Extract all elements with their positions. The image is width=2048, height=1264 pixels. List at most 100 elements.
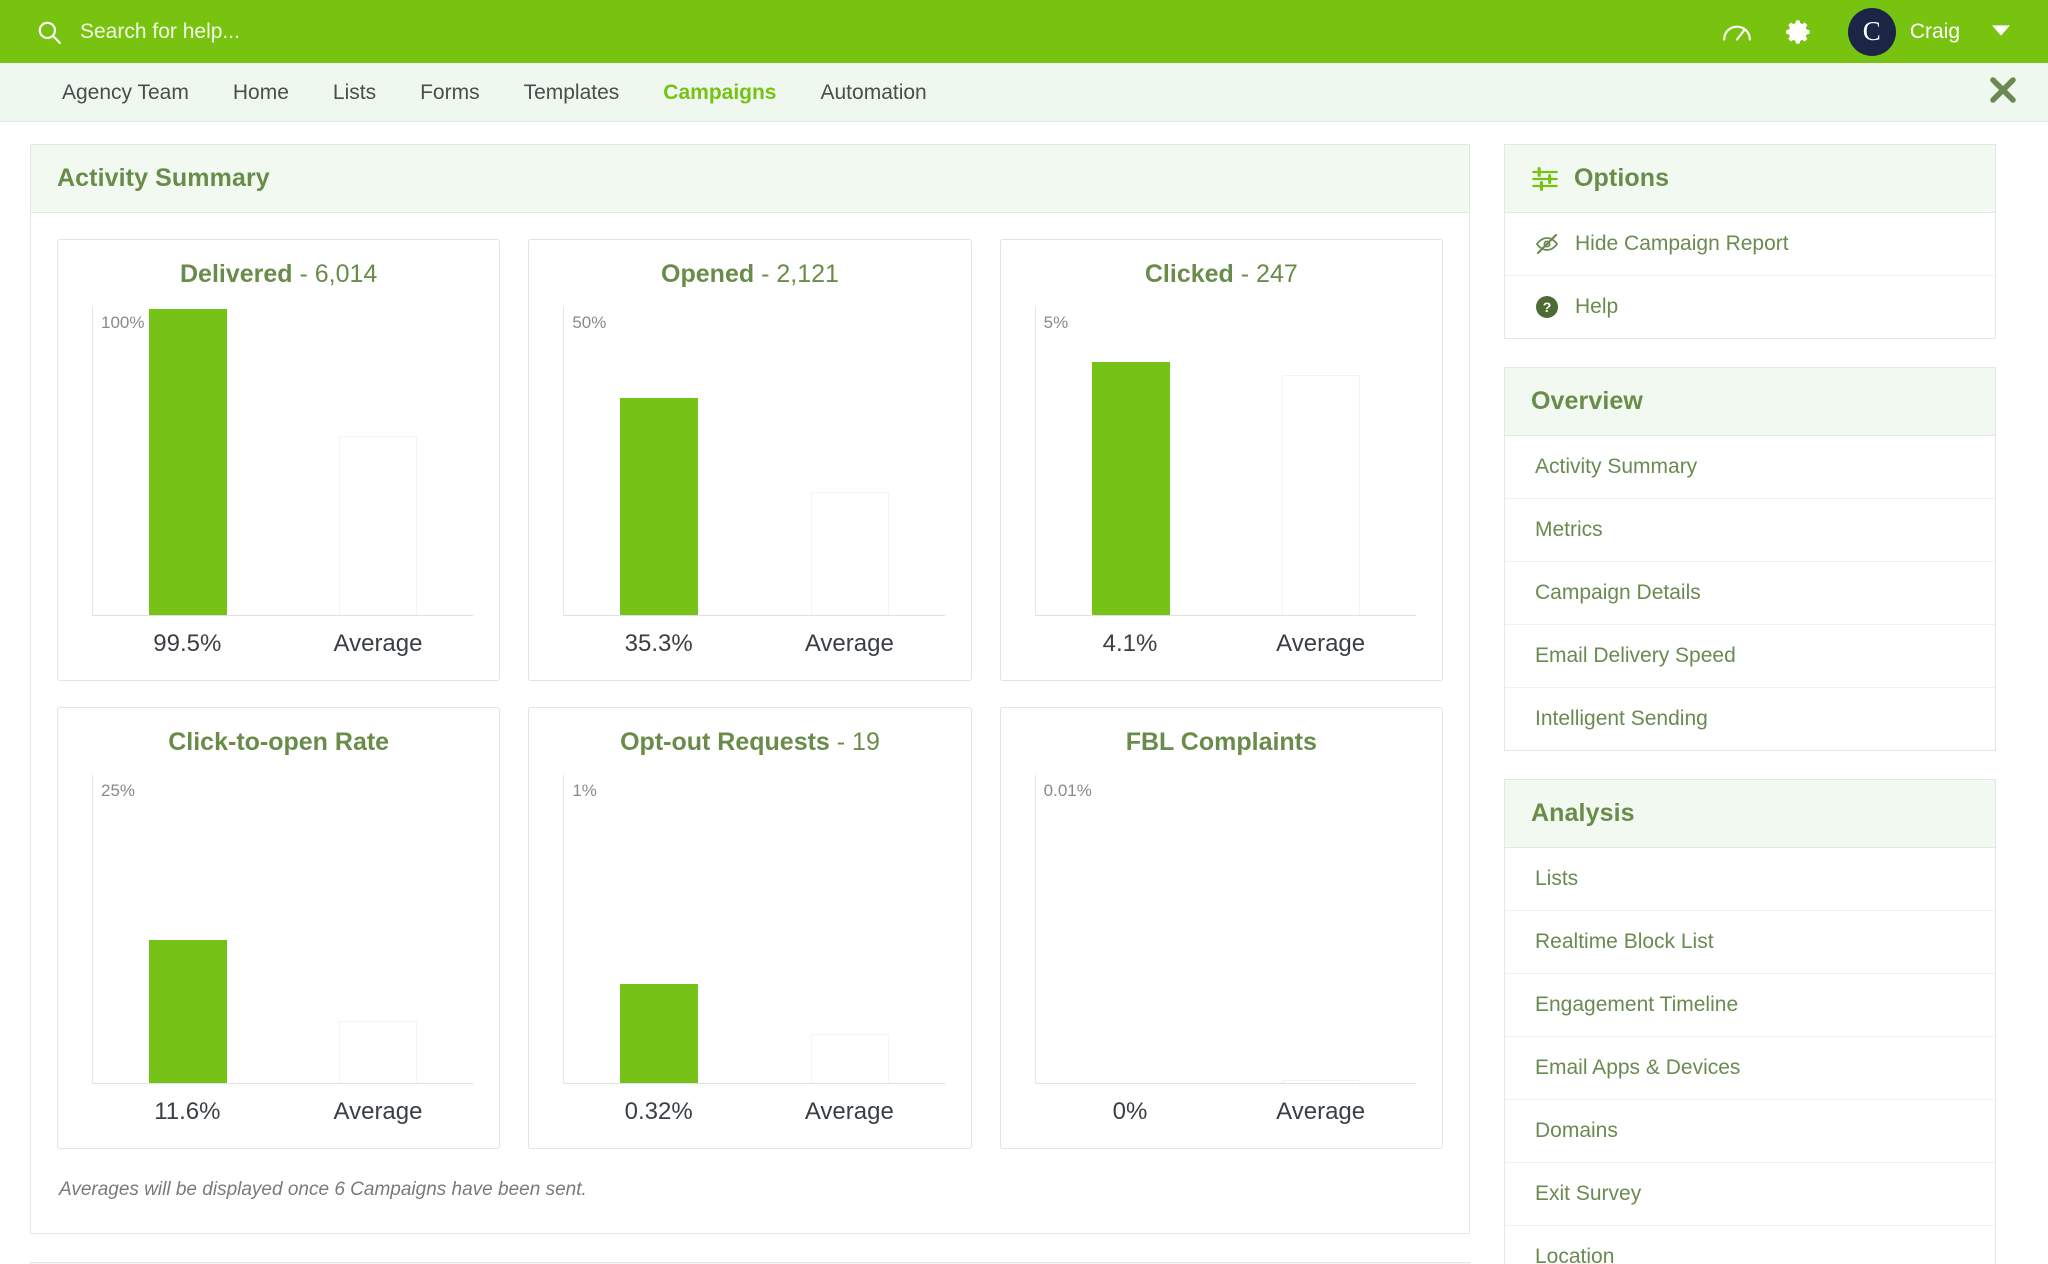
average-placeholder-bar xyxy=(1281,374,1360,615)
user-menu[interactable]: C Craig xyxy=(1830,7,2022,56)
sidebar-item-label: Intelligent Sending xyxy=(1535,707,1708,730)
sidebar-item-intelligent-sending[interactable]: Intelligent Sending xyxy=(1505,688,1995,750)
nav-item-agency-team[interactable]: Agency Team xyxy=(40,63,211,122)
value-bar[interactable] xyxy=(620,984,699,1083)
chart-metric-name: FBL Complaints xyxy=(1125,728,1317,756)
chart-metric-count: - 2,121 xyxy=(761,260,839,288)
sidebar-item-lists[interactable]: Lists xyxy=(1505,848,1995,911)
chart-card-fbl-complaints: FBL Complaints 0.01% 0% Average xyxy=(999,707,1443,1149)
chart-title: FBL Complaints xyxy=(1027,728,1416,757)
sliders-icon xyxy=(1531,165,1559,193)
bar-slot-value xyxy=(93,307,283,615)
x-axis-labels: 0% Average xyxy=(1027,1098,1416,1126)
average-placeholder-bar xyxy=(810,491,889,615)
chart-row: Click-to-open Rate 25% 11.6% Average Opt-out… xyxy=(57,707,1443,1149)
chart-row: Delivered - 6,014 100% 99.5% Average Opened … xyxy=(57,239,1443,681)
sidebar-item-domains[interactable]: Domains xyxy=(1505,1100,1995,1163)
sidebar-item-exit-survey[interactable]: Exit Survey xyxy=(1505,1163,1995,1226)
sidebar-item-hide-campaign-report[interactable]: Hide Campaign Report xyxy=(1505,213,1995,276)
x-label-value: 0% xyxy=(1112,1098,1148,1125)
value-bar[interactable] xyxy=(149,308,228,615)
analysis-panel: Analysis Lists Realtime Block List Engagem… xyxy=(1504,779,1996,1264)
sidebar-item-help[interactable]: ? Help xyxy=(1505,276,1995,338)
x-label-average: Average xyxy=(1276,1098,1366,1125)
chart-metric-name: Opt-out Requests xyxy=(620,728,830,756)
svg-text:?: ? xyxy=(1543,299,1552,315)
value-bar[interactable] xyxy=(1091,362,1170,615)
bar-slot-average xyxy=(283,307,473,615)
bar-slot-value xyxy=(93,775,283,1083)
chart-card-clicked: Clicked - 247 5% 4.1% Average xyxy=(999,239,1443,681)
chart-card-opt-out-requests: Opt-out Requests - 19 1% 0.32% Average xyxy=(528,707,972,1149)
gauge-icon-button[interactable] xyxy=(1706,0,1768,63)
plot-area: 5% xyxy=(1034,307,1416,616)
x-label-value: 11.6% xyxy=(154,1098,221,1125)
analysis-title: Analysis xyxy=(1531,799,1635,827)
plot-area: 100% xyxy=(92,307,474,616)
x-label-average: Average xyxy=(333,630,423,657)
chart-metric-name: Clicked xyxy=(1144,260,1234,288)
bar-slot-value xyxy=(564,307,754,615)
sidebar-item-label: Hide Campaign Report xyxy=(1575,232,1789,255)
sidebar-item-location[interactable]: Location xyxy=(1505,1226,1995,1264)
close-report-button[interactable] xyxy=(1982,71,2024,113)
x-axis-labels: 11.6% Average xyxy=(84,1098,473,1126)
value-bar[interactable] xyxy=(149,940,228,1083)
help-search[interactable] xyxy=(36,19,1706,45)
average-placeholder-bar xyxy=(339,1021,418,1083)
chart-card-click-to-open-rate: Click-to-open Rate 25% 11.6% Average xyxy=(57,707,501,1149)
x-axis-labels: 35.3% Average xyxy=(555,630,944,658)
chart-card-opened: Opened - 2,121 50% 35.3% Average xyxy=(528,239,972,681)
analysis-header: Analysis xyxy=(1505,780,1995,848)
nav-item-templates[interactable]: Templates xyxy=(502,63,642,122)
sidebar-item-realtime-block-list[interactable]: Realtime Block List xyxy=(1505,911,1995,974)
chart-metric-name: Delivered xyxy=(179,260,293,288)
question-circle-icon: ? xyxy=(1535,295,1559,319)
sidebar-item-email-apps-devices[interactable]: Email Apps & Devices xyxy=(1505,1037,1995,1100)
activity-summary-header: Activity Summary xyxy=(31,145,1469,213)
sidebar-item-label: Realtime Block List xyxy=(1535,930,1714,953)
main-nav: Agency Team Home Lists Forms Templates Campai… xyxy=(0,63,2048,122)
nav-item-automation[interactable]: Automation xyxy=(799,63,949,122)
top-bar: C Craig xyxy=(0,0,2048,63)
nav-item-campaigns[interactable]: Campaigns xyxy=(641,63,798,122)
plot-area: 1% xyxy=(563,775,945,1084)
average-placeholder-bar xyxy=(339,436,418,615)
bar-slot-average xyxy=(1226,775,1416,1083)
sidebar-item-activity-summary[interactable]: Activity Summary xyxy=(1505,436,1995,499)
sidebar-item-metrics[interactable]: Metrics xyxy=(1505,499,1995,562)
gear-icon xyxy=(1785,18,1813,46)
user-name: Craig xyxy=(1909,19,1960,43)
nav-item-lists[interactable]: Lists xyxy=(311,63,398,122)
main-column: Activity Summary Delivered - 6,014 100% 99… xyxy=(30,144,1470,1264)
bar-slot-value xyxy=(564,775,754,1083)
bar-slot-average xyxy=(1226,307,1416,615)
top-bar-actions: C Craig xyxy=(1706,0,2022,63)
plot-area: 25% xyxy=(92,775,474,1084)
page-title: Activity Summary xyxy=(57,164,270,192)
sidebar-item-label: Location xyxy=(1535,1245,1615,1264)
x-label-value: 99.5% xyxy=(153,630,222,657)
sidebar-item-campaign-details[interactable]: Campaign Details xyxy=(1505,562,1995,625)
chart-title: Click-to-open Rate xyxy=(84,728,473,757)
x-label-value: 35.3% xyxy=(624,630,693,657)
plot-area: 50% xyxy=(563,307,945,616)
nav-item-home[interactable]: Home xyxy=(211,63,311,122)
value-bar[interactable] xyxy=(620,397,699,615)
overview-panel: Overview Activity Summary Metrics Campaign… xyxy=(1504,367,1996,751)
bar-slot-average xyxy=(283,775,473,1083)
chart-title: Opt-out Requests - 19 xyxy=(555,728,944,757)
nav-item-forms[interactable]: Forms xyxy=(398,63,502,122)
eye-slash-icon xyxy=(1535,232,1559,256)
sidebar-item-engagement-timeline[interactable]: Engagement Timeline xyxy=(1505,974,1995,1037)
bar-slot-value xyxy=(1036,775,1226,1083)
settings-button[interactable] xyxy=(1768,0,1830,63)
sidebar-item-email-delivery-speed[interactable]: Email Delivery Speed xyxy=(1505,625,1995,688)
close-icon xyxy=(1988,75,2018,110)
page-content: Activity Summary Delivered - 6,014 100% 99… xyxy=(0,122,2048,1264)
bar-slot-value xyxy=(1036,307,1226,615)
sidebar: Options Hide Campaign Report? Help Overvi… xyxy=(1504,144,1996,1264)
search-input[interactable] xyxy=(80,19,600,44)
x-label-average: Average xyxy=(804,630,894,657)
x-axis-labels: 0.32% Average xyxy=(555,1098,944,1126)
